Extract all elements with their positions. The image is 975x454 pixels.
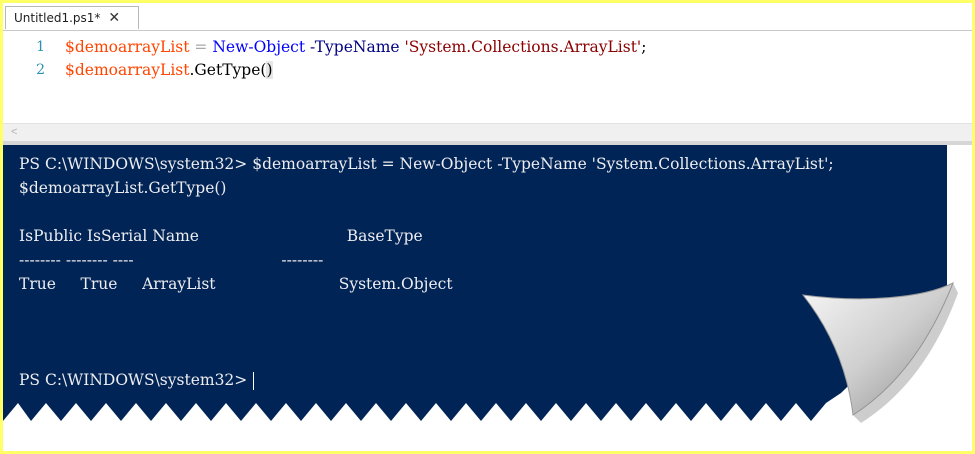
script-editor[interactable]: 1 $demoarrayList = New-Object -TypeName '… [3, 31, 972, 123]
console-pane[interactable]: PS C:\WINDOWS\system32> $demoarrayList =… [3, 145, 947, 451]
close-icon[interactable]: ✕ [108, 11, 120, 25]
line-number: 1 [36, 39, 45, 55]
editor-line[interactable]: 1 $demoarrayList = New-Object -TypeName '… [3, 36, 646, 58]
code-token: 'System.Collections.ArrayList' [404, 38, 642, 56]
editor-horizontal-scrollbar[interactable]: < [3, 123, 972, 142]
code-token: = [189, 38, 213, 56]
scroll-left-arrow-icon[interactable]: < [11, 126, 17, 138]
console-line: $demoarrayList.GetType() [19, 179, 227, 197]
console-line: True True ArrayList System.Object [19, 275, 453, 293]
code-token: -TypeName [310, 38, 400, 56]
code-token: ; [641, 38, 647, 56]
tab-untitled1[interactable]: Untitled1.ps1* ✕ [5, 6, 139, 29]
code-token: New-Object [212, 38, 306, 56]
console-line: PS C:\WINDOWS\system32> $demoarrayList =… [19, 155, 834, 173]
editor-line[interactable]: 2 $demoarrayList .GetType() [3, 59, 273, 81]
tab-label: Untitled1.ps1* [14, 11, 101, 25]
console-line: IsPublic IsSerial Name BaseType [19, 227, 423, 245]
code-token: $demoarrayList [65, 38, 190, 56]
code-token: ) [266, 61, 273, 79]
text-cursor [253, 372, 255, 390]
console-line: -------- -------- ---- -------- [19, 251, 324, 269]
ise-window: Untitled1.ps1* ✕ 1 $demoarrayList = New-O… [3, 3, 972, 451]
tab-bar: Untitled1.ps1* ✕ [3, 3, 972, 31]
line-number: 2 [36, 62, 45, 78]
console-line: PS C:\WINDOWS\system32> [19, 371, 255, 390]
code-token: $demoarrayList [65, 61, 190, 79]
code-token: .GetType( [189, 61, 267, 79]
